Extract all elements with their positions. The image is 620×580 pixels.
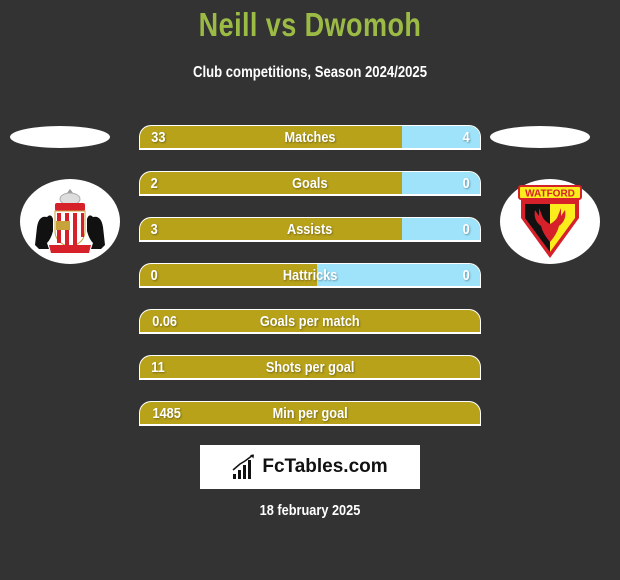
stat-label-text: Goals bbox=[292, 174, 328, 192]
stat-label-text: Matches bbox=[284, 128, 336, 146]
bar-chart-icon bbox=[232, 454, 255, 479]
left-player-oval bbox=[10, 126, 110, 148]
stat-label-text: Shots per goal bbox=[265, 358, 355, 376]
watford-crest-icon: WATFORD bbox=[518, 184, 582, 258]
stat-right-value: 0 bbox=[462, 172, 470, 194]
stat-right-value-text: 0 bbox=[462, 174, 470, 192]
brand-name: FcTables.com bbox=[262, 456, 388, 477]
stat-bar: 0.06 Goals per match bbox=[139, 309, 481, 334]
stat-right-value: 0 bbox=[462, 264, 470, 286]
stat-label: Matches bbox=[140, 126, 480, 148]
stat-right-value-text: 0 bbox=[462, 220, 470, 238]
stat-right-value-text: 0 bbox=[462, 266, 470, 284]
stat-right-value: 4 bbox=[462, 126, 470, 148]
stat-label-text: Min per goal bbox=[272, 404, 348, 422]
stat-label-text: Goals per match bbox=[260, 312, 360, 330]
left-team-logo bbox=[20, 179, 120, 264]
stat-bar: 33 Matches 4 bbox=[139, 125, 481, 150]
stat-bar: 0 Hattricks 0 bbox=[139, 263, 481, 288]
sunderland-crest-icon bbox=[35, 188, 105, 253]
stat-right-value: 0 bbox=[462, 218, 470, 240]
stat-label-text: Assists bbox=[287, 220, 333, 238]
stat-bar: 3 Assists 0 bbox=[139, 217, 481, 242]
page-title: Neill vs Dwomoh bbox=[198, 6, 422, 43]
brand-banner[interactable]: FcTables.com bbox=[200, 445, 420, 489]
right-player-oval bbox=[490, 126, 590, 148]
stat-bar: 11 Shots per goal bbox=[139, 355, 481, 380]
stat-right-value-text: 4 bbox=[462, 128, 470, 146]
right-team-logo: WATFORD bbox=[500, 179, 600, 264]
footer-date: 18 february 2025 bbox=[259, 502, 361, 519]
stat-label: Assists bbox=[140, 218, 480, 240]
stat-label-text: Hattricks bbox=[282, 266, 338, 284]
stat-bar: 1485 Min per goal bbox=[139, 401, 481, 426]
stat-label: Hattricks bbox=[140, 264, 480, 286]
stat-label: Goals per match bbox=[140, 310, 480, 332]
stat-label: Shots per goal bbox=[140, 356, 480, 378]
page-subtitle: Club competitions, Season 2024/2025 bbox=[192, 64, 428, 81]
stat-label: Min per goal bbox=[140, 402, 480, 424]
stat-label: Goals bbox=[140, 172, 480, 194]
watford-logo-text: WATFORD bbox=[525, 188, 575, 199]
stat-bar: 2 Goals 0 bbox=[139, 171, 481, 196]
